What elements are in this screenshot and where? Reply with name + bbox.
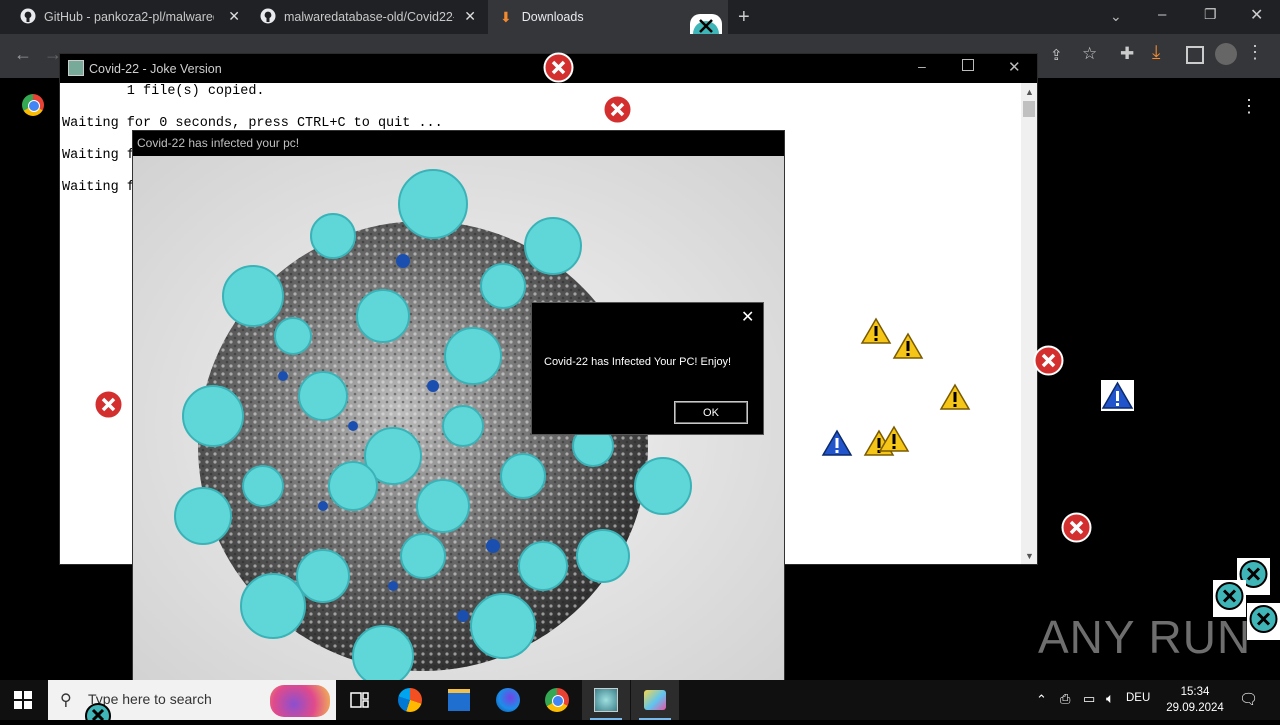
tab-downloads[interactable]: ⬇ Downloads — [488, 0, 728, 47]
taskbar: ⚲ Type here to search ⌃ ⎙ ▭ 🔈︎ DEU 15:34… — [0, 680, 1280, 725]
console-line: 1 file(s) copied. — [62, 84, 265, 99]
tab-label: malwaredatabase-old/Covid22- — [284, 10, 454, 24]
minimize-icon[interactable]: – — [1158, 6, 1166, 23]
clock[interactable]: 15:34 29.09.2024 — [1160, 684, 1230, 716]
firefox-icon[interactable] — [484, 680, 532, 720]
downloads-icon[interactable]: ⤓ — [1152, 42, 1160, 64]
blue-warning-icon — [1101, 380, 1134, 411]
chrome-icon[interactable] — [533, 680, 581, 720]
menu-dots-icon[interactable]: ⋮ — [1246, 42, 1264, 63]
tab-label: GitHub - pankoza2-pl/malwared — [44, 10, 214, 24]
profile-avatar[interactable] — [1215, 43, 1237, 65]
warning-icon — [860, 317, 892, 350]
extensions-icon[interactable]: ✚ — [1120, 44, 1134, 64]
overlay-fragment — [690, 14, 722, 47]
tab-label: Downloads — [521, 10, 584, 24]
display-icon[interactable]: ▭ — [1083, 691, 1095, 707]
error-icon — [1061, 512, 1092, 548]
page-menu-icon[interactable]: ⋮ — [1240, 96, 1258, 117]
maximize-icon[interactable] — [962, 59, 974, 71]
notification-icon[interactable]: 🗨︎ — [1239, 690, 1258, 708]
clock-date: 29.09.2024 — [1166, 702, 1224, 714]
start-button[interactable] — [14, 691, 32, 714]
warning-icon — [878, 425, 910, 458]
github-icon — [260, 8, 276, 27]
covid22-app-icon[interactable] — [582, 680, 630, 720]
network-icon[interactable]: ⎙ — [1060, 691, 1070, 707]
tab-github-malware[interactable]: GitHub - pankoza2-pl/malwared ✕ — [0, 0, 250, 34]
close-tab-icon[interactable]: ✕ — [464, 8, 476, 25]
search-icon: ⚲ — [60, 692, 72, 709]
console-line: Waiting f — [62, 180, 135, 195]
console-title: Covid-22 - Joke Version — [89, 62, 222, 76]
app-icon — [68, 60, 84, 76]
task-view-icon[interactable] — [336, 680, 384, 720]
error-icon — [602, 94, 633, 130]
bookmark-star-icon[interactable]: ☆ — [1082, 44, 1097, 64]
ok-button[interactable]: OK — [673, 400, 749, 425]
cyan-x-icon — [1247, 603, 1280, 640]
infection-message-box: ✕ Covid-22 has Infected Your PC! Enjoy! … — [531, 302, 764, 435]
image-window-title-bar[interactable]: Covid-22 has infected your pc! — [133, 131, 784, 156]
image-window-title: Covid-22 has infected your pc! — [137, 136, 300, 150]
console-line: Waiting for 0 seconds, press CTRL+C to q… — [62, 116, 443, 131]
error-icon — [1033, 345, 1064, 381]
message-text: Covid-22 has Infected Your PC! Enjoy! — [544, 356, 732, 368]
paint-app-icon[interactable] — [631, 680, 679, 720]
browser-tab-strip: GitHub - pankoza2-pl/malwared ✕ malwared… — [0, 0, 1280, 47]
taskbar-search-box[interactable]: ⚲ Type here to search — [48, 680, 336, 725]
tab-search-icon[interactable]: ⌄ — [1110, 8, 1122, 25]
volume-icon[interactable]: 🔈︎ — [1106, 690, 1114, 707]
chrome-logo-icon — [22, 94, 44, 116]
error-icon — [543, 52, 574, 88]
chevron-up-icon[interactable]: ⌃ — [1036, 692, 1047, 708]
clock-time: 15:34 — [1180, 686, 1210, 698]
close-tab-icon[interactable]: ✕ — [228, 8, 240, 25]
side-panel-icon[interactable] — [1186, 46, 1204, 64]
download-icon: ⬇ — [500, 8, 512, 25]
edge-icon[interactable] — [386, 680, 434, 720]
new-tab-button[interactable]: + — [738, 6, 750, 29]
share-icon[interactable]: ⇪ — [1050, 46, 1063, 64]
back-icon[interactable]: ← — [14, 44, 32, 65]
warning-icon — [892, 332, 924, 365]
language-indicator[interactable]: DEU — [1126, 692, 1150, 704]
console-line: Waiting f — [62, 148, 135, 163]
close-icon[interactable]: ✕ — [741, 307, 754, 327]
restore-icon[interactable]: ❐ — [1204, 6, 1217, 23]
minimize-icon[interactable]: – — [918, 58, 926, 74]
console-scrollbar[interactable]: ▲ ▼ — [1021, 83, 1037, 564]
search-highlight-image — [270, 685, 330, 717]
file-explorer-icon[interactable] — [435, 680, 483, 720]
blue-warning-icon — [821, 429, 853, 462]
close-window-icon[interactable]: ✕ — [1250, 5, 1263, 25]
github-icon — [20, 8, 36, 27]
cyan-x-icon — [84, 702, 112, 725]
warning-icon — [939, 383, 971, 416]
anyrun-watermark: ANY RUN — [1038, 611, 1252, 663]
error-icon — [93, 389, 124, 425]
close-icon[interactable]: ✕ — [1008, 58, 1021, 76]
tab-covid22-repo[interactable]: malwaredatabase-old/Covid22- ✕ — [250, 0, 486, 34]
